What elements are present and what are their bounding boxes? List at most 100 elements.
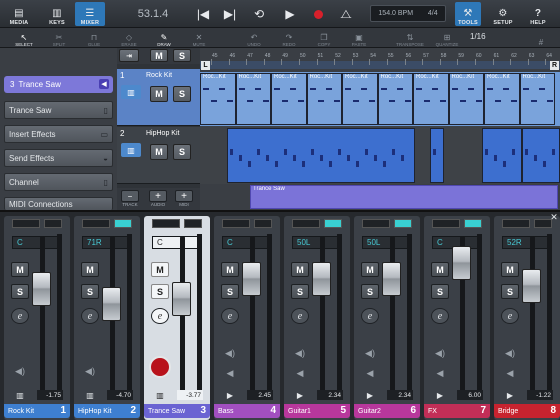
mute-button[interactable]: M <box>151 262 169 277</box>
media-button[interactable]: ▤ MEDIA <box>4 2 34 26</box>
tools-button[interactable]: ⚒ TOOLS <box>455 2 481 26</box>
edit-channel-button[interactable]: e <box>431 308 449 324</box>
quantize-button[interactable]: ⊞ QUANTIZE <box>430 29 464 47</box>
volume-fader[interactable] <box>382 262 401 296</box>
channel-strip[interactable]: C M Se ◀) ▥ -1.75 Rock Kit 1 <box>4 216 70 420</box>
add-audio-track-button[interactable]: + <box>149 190 167 202</box>
loop-button[interactable]: ⟲ <box>246 4 272 24</box>
inspector-track-header[interactable]: 3 Trance Saw ◀ <box>4 76 113 93</box>
instrument-icon[interactable]: ▥ <box>13 390 27 400</box>
pan-display[interactable]: C <box>222 236 272 249</box>
mute-button[interactable]: M <box>81 262 99 277</box>
mute-button[interactable]: M <box>221 262 239 277</box>
instrument-icon[interactable]: ▥ <box>121 85 141 99</box>
speaker-icon[interactable]: ◀) <box>501 346 519 360</box>
edit-channel-button[interactable]: e <box>361 308 379 324</box>
rock-kit-clip[interactable]: Roc...Kit <box>306 73 342 125</box>
input-selector[interactable] <box>502 219 530 228</box>
monitor-led[interactable] <box>464 219 482 228</box>
monitor-icon[interactable]: ◀ <box>501 366 519 380</box>
monitor-led[interactable] <box>44 219 62 228</box>
arrange-view[interactable]: L R 45 46 47 48 49 50 51 52 53 54 55 56 57 58 59 60 61 62… <box>200 48 560 210</box>
record-arm-button[interactable] <box>149 356 171 378</box>
rock-kit-clip[interactable]: Roc...Kit <box>519 73 555 125</box>
monitor-icon[interactable]: ◀ <box>431 366 449 380</box>
solo-button[interactable]: S <box>221 284 239 299</box>
monitor-led[interactable] <box>114 219 132 228</box>
volume-fader[interactable] <box>452 246 471 280</box>
channel-strip[interactable]: 52R M Se ◀) ◀ ▶ -1.22 Bridge 8 <box>494 216 560 420</box>
transpose-button[interactable]: ⇅ TRANSPOSE <box>393 29 427 47</box>
mixer-button[interactable]: ☰ MIXER <box>75 2 105 26</box>
edit-channel-button[interactable]: e <box>291 308 309 324</box>
select-tool[interactable]: ↖ SELECT <box>10 29 38 47</box>
hiphop-kit-clip[interactable] <box>430 128 444 183</box>
track-mute-button[interactable]: M <box>150 86 168 102</box>
collapse-arrow-icon[interactable]: ◀ <box>99 79 109 89</box>
setup-button[interactable]: ⚙ SETUP <box>489 2 517 26</box>
volume-fader[interactable] <box>172 282 191 316</box>
help-button[interactable]: ? HELP <box>524 2 552 26</box>
play-button[interactable]: ▶ <box>277 4 303 24</box>
paste-button[interactable]: ▣ PASTE <box>345 29 373 47</box>
rock-kit-clip[interactable]: Roc...Kit <box>271 73 307 125</box>
channel-strip[interactable]: C M Se ▥ -3.77 Trance Saw 3 <box>144 216 210 420</box>
play-icon[interactable]: ▶ <box>293 390 307 400</box>
pan-display[interactable]: 50L <box>292 236 342 249</box>
delete-track-button[interactable]: − <box>121 190 139 202</box>
channel-name-label[interactable]: Trance Saw 3 <box>144 404 210 418</box>
track-header-hiphop-kit[interactable]: 2 HipHop Kit ▥ M S <box>117 127 200 184</box>
add-midi-track-button[interactable]: + <box>175 190 193 202</box>
mute-button[interactable]: M <box>11 262 29 277</box>
instrument-icon[interactable]: ▥ <box>83 390 97 400</box>
inspector-midi-connections[interactable]: MIDI Connections <box>4 197 113 210</box>
hiphop-kit-clip[interactable] <box>482 128 522 183</box>
erase-tool[interactable]: ◇ ERASE <box>115 29 143 47</box>
pan-display[interactable]: 52R <box>502 236 552 249</box>
track-header-rock-kit[interactable]: 1 Rock Kit ▥ M S <box>117 69 200 126</box>
speaker-icon[interactable]: ◀) <box>431 346 449 360</box>
channel-strip[interactable]: 50L M Se ◀) ◀ ▶ 2.34 Guitar2 6 <box>354 216 420 420</box>
pan-display[interactable]: C <box>12 236 62 249</box>
quantize-value[interactable]: 1/16 <box>470 32 486 41</box>
position-display[interactable]: 53.1.4 <box>120 5 186 22</box>
channel-name-label[interactable]: Bridge 8 <box>494 404 560 418</box>
edit-channel-button[interactable]: e <box>221 308 239 324</box>
speaker-icon[interactable]: ◀) <box>221 346 239 360</box>
close-mixer-icon[interactable]: ✕ <box>549 212 559 222</box>
rock-kit-clip[interactable]: Roc...Kit <box>448 73 484 125</box>
rock-kit-clip[interactable]: Roc...Kit <box>413 73 449 125</box>
volume-fader[interactable] <box>102 287 121 321</box>
right-locator[interactable]: R <box>550 61 559 70</box>
channel-name-label[interactable]: Bass 4 <box>214 404 280 418</box>
speaker-icon[interactable]: ◀) <box>361 346 379 360</box>
pan-display[interactable]: C <box>152 236 202 249</box>
solo-button[interactable]: S <box>81 284 99 299</box>
edit-channel-button[interactable]: e <box>11 308 29 324</box>
edit-channel-button[interactable]: e <box>501 308 519 324</box>
play-icon[interactable]: ▶ <box>433 390 447 400</box>
track-solo-button[interactable]: S <box>173 86 191 102</box>
mute-tool[interactable]: ✕ MUTE <box>185 29 213 47</box>
split-tool[interactable]: ✂ SPLIT <box>45 29 73 47</box>
inspector-channel[interactable]: Channel ▯ <box>4 173 113 191</box>
copy-button[interactable]: ❐ COPY <box>310 29 338 47</box>
channel-name-label[interactable]: FX 7 <box>424 404 490 418</box>
solo-button[interactable]: S <box>151 284 169 299</box>
monitor-icon[interactable]: ◀ <box>221 366 239 380</box>
redo-button[interactable]: ↷ REDO <box>275 29 303 47</box>
rewind-to-start-button[interactable]: |◀ <box>190 4 216 24</box>
input-selector[interactable] <box>222 219 250 228</box>
channel-name-label[interactable]: HipHop Kit 2 <box>74 404 140 418</box>
undo-button[interactable]: ↶ UNDO <box>240 29 268 47</box>
volume-fader[interactable] <box>522 269 541 303</box>
monitor-led[interactable] <box>184 219 202 228</box>
edit-channel-button[interactable]: e <box>81 308 99 324</box>
solo-button[interactable]: S <box>291 284 309 299</box>
speaker-icon[interactable]: ◀) <box>81 364 99 378</box>
pan-display[interactable]: 50L <box>362 236 412 249</box>
rock-kit-clip[interactable]: Roc...Kit <box>200 73 236 125</box>
input-selector[interactable] <box>152 219 180 228</box>
mute-button[interactable]: M <box>431 262 449 277</box>
glue-tool[interactable]: ⊓ GLUE <box>80 29 108 47</box>
